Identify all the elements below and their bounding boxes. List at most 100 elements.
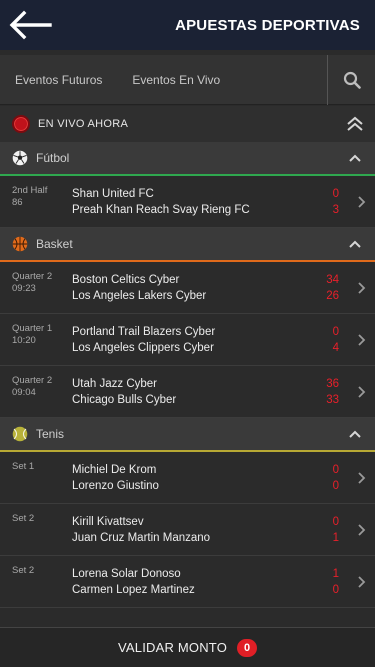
match-row[interactable]: Set 1 Michiel De Krom Lorenzo Giustino 0 0 <box>0 452 375 504</box>
match-period-label: Set 1 <box>12 461 35 472</box>
match-period-label: Quarter 1 <box>12 323 53 334</box>
match-period-label: Quarter 2 <box>12 271 53 282</box>
event-tabs: Eventos Futuros Eventos En Vivo <box>0 54 375 105</box>
home-score: 0 <box>332 463 339 476</box>
match-scores: 10 <box>321 566 339 598</box>
arrow-left-icon <box>9 10 52 40</box>
top-bar: APUESTAS DEPORTIVAS <box>0 0 375 50</box>
match-teams: Portland Trail Blazers Cyber Los Angeles … <box>72 324 321 356</box>
match-clock: 86 <box>12 197 23 208</box>
chevron-right-icon[interactable] <box>353 520 369 540</box>
chevron-right-icon[interactable] <box>353 382 369 402</box>
home-score: 0 <box>332 515 339 528</box>
chevron-up-icon[interactable] <box>343 232 367 256</box>
home-team: Boston Celtics Cyber <box>72 273 180 286</box>
away-score: 26 <box>326 289 339 302</box>
home-score: 36 <box>326 377 339 390</box>
home-score: 0 <box>332 187 339 200</box>
sport-header-0[interactable]: Fútbol <box>0 142 375 176</box>
collapse-all-button[interactable] <box>343 112 367 136</box>
live-now-header: EN VIVO AHORA <box>0 106 375 142</box>
chevron-right-icon[interactable] <box>353 330 369 350</box>
bet-count-badge: 0 <box>237 638 258 657</box>
chevron-right-icon[interactable] <box>353 278 369 298</box>
home-score: 0 <box>332 325 339 338</box>
away-score: 3 <box>332 203 339 216</box>
match-period-label: 2nd Half <box>12 185 48 196</box>
home-team: Lorena Solar Donoso <box>72 567 181 580</box>
search-icon <box>343 71 361 89</box>
back-button[interactable] <box>0 0 60 50</box>
away-team: Chicago Bulls Cyber <box>72 393 177 406</box>
away-team: Carmen Lopez Martinez <box>72 583 195 596</box>
chevron-right-icon[interactable] <box>353 192 369 212</box>
sport-header-2[interactable]: Tenis <box>0 418 375 452</box>
match-scores: 00 <box>321 462 339 494</box>
match-period: 2nd Half 86 <box>12 176 72 209</box>
sport-name: Tenis <box>36 427 65 441</box>
match-scores: 03 <box>321 186 339 218</box>
chevron-right-icon[interactable] <box>353 572 369 592</box>
match-teams: Kirill Kivattsev Juan Cruz Martin Manzano <box>72 514 321 546</box>
match-row[interactable]: Set 2 Kirill Kivattsev Juan Cruz Martin Ma… <box>0 504 375 556</box>
sports-container: Fútbol 2nd Half 86 Shan United FC Preah Khan… <box>0 142 375 608</box>
match-clock: 09:04 <box>12 387 36 398</box>
away-team: Juan Cruz Martin Manzano <box>72 531 211 544</box>
match-teams: Lorena Solar Donoso Carmen Lopez Martinez <box>72 566 321 598</box>
match-clock: 09:23 <box>12 283 36 294</box>
away-team: Preah Khan Reach Svay Rieng FC <box>72 203 250 216</box>
live-now-label: EN VIVO AHORA <box>38 118 129 130</box>
validate-amount-bar[interactable]: VALIDAR MONTO 0 <box>0 627 375 667</box>
match-teams: Shan United FC Preah Khan Reach Svay Rien… <box>72 186 321 218</box>
away-score: 33 <box>326 393 339 406</box>
match-period: Quarter 2 09:04 <box>12 366 72 399</box>
double-chevron-up-icon <box>347 116 363 131</box>
away-score: 1 <box>332 531 339 544</box>
tab-live-events[interactable]: Eventos En Vivo <box>117 55 235 105</box>
home-team: Shan United FC <box>72 187 154 200</box>
match-period-label: Quarter 2 <box>12 375 53 386</box>
sport-name: Fútbol <box>36 151 70 165</box>
match-teams: Utah Jazz Cyber Chicago Bulls Cyber <box>72 376 321 408</box>
chevron-up-icon[interactable] <box>343 422 367 446</box>
match-scores: 01 <box>321 514 339 546</box>
home-team: Kirill Kivattsev <box>72 515 144 528</box>
match-row[interactable]: Quarter 2 09:23 Boston Celtics Cyber Los An… <box>0 262 375 314</box>
live-events-list: EN VIVO AHORA Fútbol 2nd Half 86 Shan Unite… <box>0 106 375 627</box>
match-scores: 04 <box>321 324 339 356</box>
match-clock: 10:20 <box>12 335 36 346</box>
match-scores: 34 26 <box>321 272 339 304</box>
match-period: Set 2 <box>12 556 72 577</box>
match-period-label: Set 2 <box>12 565 35 576</box>
home-team: Michiel De Krom <box>72 463 157 476</box>
home-score: 1 <box>332 567 339 580</box>
tennis-ball-icon <box>12 426 28 442</box>
chevron-right-icon[interactable] <box>353 468 369 488</box>
away-team: Lorenzo Giustino <box>72 479 159 492</box>
basketball-icon <box>12 236 28 252</box>
match-row[interactable]: 2nd Half 86 Shan United FC Preah Khan Reach… <box>0 176 375 228</box>
search-button[interactable] <box>327 54 375 105</box>
match-period: Quarter 1 10:20 <box>12 314 72 347</box>
live-indicator-icon <box>12 115 30 133</box>
match-period: Quarter 2 09:23 <box>12 262 72 295</box>
away-score: 4 <box>332 341 339 354</box>
match-period: Set 2 <box>12 504 72 525</box>
match-row[interactable]: Set 2 Lorena Solar Donoso Carmen Lopez Mar… <box>0 556 375 608</box>
page-title: APUESTAS DEPORTIVAS <box>175 16 360 34</box>
home-team: Portland Trail Blazers Cyber <box>72 325 216 338</box>
match-teams: Michiel De Krom Lorenzo Giustino <box>72 462 321 494</box>
match-row[interactable]: Quarter 1 10:20 Portland Trail Blazers Cyb… <box>0 314 375 366</box>
sport-name: Basket <box>36 237 73 251</box>
soccer-ball-icon <box>12 150 28 166</box>
match-teams: Boston Celtics Cyber Los Angeles Lakers C… <box>72 272 321 304</box>
away-score: 0 <box>332 479 339 492</box>
home-team: Utah Jazz Cyber <box>72 377 158 390</box>
match-row[interactable]: Quarter 2 09:04 Utah Jazz Cyber Chicago Bul… <box>0 366 375 418</box>
tab-future-events[interactable]: Eventos Futuros <box>0 55 117 105</box>
chevron-up-icon[interactable] <box>343 146 367 170</box>
match-period-label: Set 2 <box>12 513 35 524</box>
match-period: Set 1 <box>12 452 72 473</box>
sport-header-1[interactable]: Basket <box>0 228 375 262</box>
away-team: Los Angeles Clippers Cyber <box>72 341 214 354</box>
